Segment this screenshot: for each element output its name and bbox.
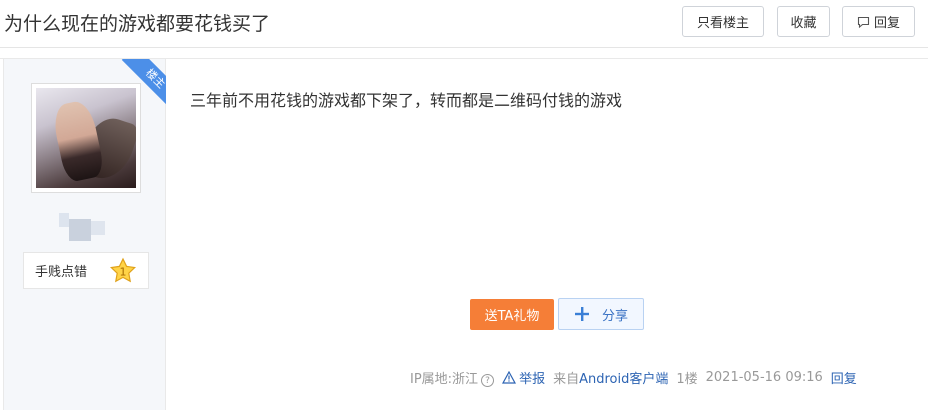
from-client: 来自Android客户端 [553, 368, 668, 387]
help-icon[interactable]: ? [481, 373, 495, 387]
post-floor-1: 手贱点错 1 楼主 三年前不用花钱的游戏都下架了，转而都是二维码付钱的游戏 送T… [0, 58, 928, 410]
share-button[interactable]: 分享 [558, 298, 644, 330]
floor-reply-link[interactable]: 回复 [831, 368, 857, 387]
op-corner-tag: 楼主 [114, 59, 166, 111]
ip-location-text: IP属地:浙江 [410, 371, 479, 387]
warning-icon [502, 370, 517, 384]
thread-title: 为什么现在的游戏都要花钱买了 [4, 13, 271, 35]
post-timestamp: 2021-05-16 09:16 [705, 369, 823, 385]
level-number: 1 [120, 266, 127, 279]
favorite-button[interactable]: 收藏 [777, 6, 830, 37]
reply-button-label: 回复 [873, 16, 900, 31]
send-gift-button[interactable]: 送TA礼物 [470, 299, 554, 330]
reply-button[interactable]: 回复 [842, 6, 915, 37]
post-meta: IP属地:浙江? 举报 来自Android客户端 1楼 2021-05-16 0… [410, 368, 857, 387]
ip-location: IP属地:浙江? [410, 368, 495, 387]
badge-label: 手贱点错 [35, 265, 88, 280]
level-star-icon: 1 [109, 257, 137, 283]
only-op-button[interactable]: 只看楼主 [682, 6, 764, 37]
thread-header: 为什么现在的游戏都要花钱买了 只看楼主 收藏 回复 [0, 0, 928, 48]
comment-icon [857, 16, 870, 28]
report-label: 举报 [519, 371, 546, 387]
from-prefix: 来自 [553, 371, 580, 387]
member-badge[interactable]: 手贱点错 1 [23, 252, 149, 289]
op-tag-label: 楼主 [121, 59, 166, 111]
floor-number: 1楼 [676, 371, 698, 387]
client-link[interactable]: Android客户端 [579, 372, 668, 387]
author-sidebar: 手贱点错 1 [3, 59, 166, 410]
share-plus-icon [574, 307, 589, 321]
username-blurred[interactable] [59, 213, 119, 241]
share-label: 分享 [601, 308, 628, 324]
post-content: 三年前不用花钱的游戏都下架了，转而都是二维码付钱的游戏 [190, 91, 623, 110]
report-link[interactable]: 举报 [502, 368, 545, 387]
